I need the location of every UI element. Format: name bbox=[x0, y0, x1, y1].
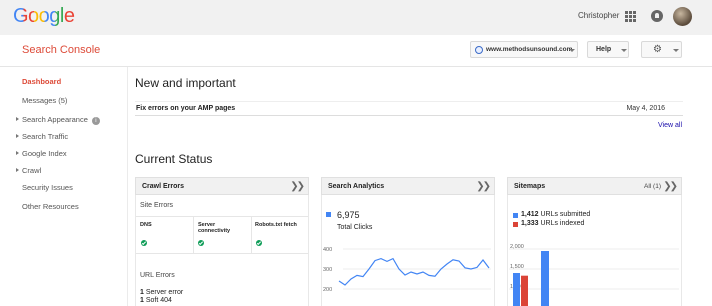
error-count: 1 bbox=[140, 289, 144, 296]
sidebar-item-label: Search Appearance bbox=[22, 115, 88, 124]
message-title: Fix errors on your AMP pages bbox=[136, 105, 236, 112]
check-icon bbox=[141, 240, 147, 246]
double-chevron-right-icon[interactable]: ❯❯ bbox=[476, 181, 491, 192]
legend-swatch bbox=[326, 212, 331, 217]
expand-arrow-icon[interactable] bbox=[16, 151, 19, 155]
user-name[interactable]: Christopher bbox=[578, 11, 619, 20]
search-analytics-chart: 400 300 200 bbox=[323, 247, 491, 293]
view-all-link[interactable]: View all bbox=[658, 122, 682, 129]
help-button[interactable]: Help bbox=[587, 41, 629, 58]
error-label: Server error bbox=[145, 289, 184, 296]
sidebar-item-search-appearance[interactable]: Search Appearance i bbox=[22, 115, 100, 125]
gear-icon: ⚙ bbox=[653, 44, 662, 55]
section-title-current-status: Current Status bbox=[135, 152, 213, 166]
error-label: Soft 404 bbox=[145, 297, 172, 304]
card-title: Crawl Errors bbox=[142, 183, 185, 190]
property-selector[interactable]: www.methodsunsound.com bbox=[470, 41, 578, 58]
legend-swatch-submitted bbox=[513, 213, 518, 218]
legend-swatch-indexed bbox=[513, 222, 518, 227]
chevron-down-icon bbox=[569, 49, 575, 52]
sidebar-item-crawl[interactable]: Crawl bbox=[22, 166, 41, 175]
message-row[interactable]: Fix errors on your AMP pages May 4, 2016 bbox=[135, 101, 683, 116]
divider bbox=[251, 216, 252, 254]
search-analytics-header[interactable]: Search Analytics ❯❯ bbox=[321, 177, 495, 195]
sidebar-item-google-index[interactable]: Google Index bbox=[22, 149, 67, 158]
notifications-icon[interactable] bbox=[651, 10, 663, 22]
column-server-connectivity: Server connectivity bbox=[198, 222, 231, 234]
console-header: Search Console www.methodsunsound.com He… bbox=[0, 35, 712, 67]
google-logo[interactable]: Google bbox=[13, 5, 75, 28]
error-count: 1 bbox=[140, 297, 144, 304]
card-title: Sitemaps bbox=[514, 183, 546, 190]
divider bbox=[193, 216, 194, 254]
avatar[interactable] bbox=[673, 7, 692, 26]
legend-indexed: 1,333 URLs indexed bbox=[521, 220, 584, 227]
property-selector-label: www.methodsunsound.com bbox=[486, 46, 573, 53]
message-date: May 4, 2016 bbox=[626, 105, 665, 112]
info-icon[interactable]: i bbox=[91, 117, 100, 125]
y-tick-label: 400 bbox=[323, 247, 332, 253]
card-title: Search Analytics bbox=[328, 183, 385, 190]
chevron-down-icon bbox=[673, 49, 679, 52]
y-tick-label: 2,000 bbox=[510, 244, 524, 250]
bar-indexed bbox=[521, 275, 528, 306]
expand-arrow-icon[interactable] bbox=[16, 134, 19, 138]
help-button-label: Help bbox=[596, 46, 612, 53]
indexed-label: URLs indexed bbox=[540, 220, 585, 227]
check-icon bbox=[256, 240, 262, 246]
sidebar-item-dashboard[interactable]: Dashboard bbox=[22, 77, 61, 86]
sidebar-item-search-traffic[interactable]: Search Traffic bbox=[22, 132, 68, 141]
globe-icon bbox=[475, 46, 483, 54]
sidebar-item-security-issues[interactable]: Security Issues bbox=[22, 183, 73, 192]
sidebar-item-other-resources[interactable]: Other Resources bbox=[22, 202, 79, 211]
site-errors-label: Site Errors bbox=[140, 202, 174, 209]
expand-arrow-icon[interactable] bbox=[16, 168, 19, 172]
settings-button[interactable]: ⚙ bbox=[641, 41, 682, 58]
legend-submitted: 1,412 URLs submitted bbox=[521, 211, 590, 218]
total-clicks-label: Total Clicks bbox=[337, 224, 373, 231]
clicks-series-line bbox=[338, 257, 490, 286]
bar-submitted bbox=[541, 251, 549, 306]
sitemaps-chart: 2,0001,5001,000 bbox=[509, 244, 679, 306]
crawl-errors-header[interactable]: Crawl Errors ❯❯ bbox=[135, 177, 309, 195]
total-clicks-value: 6,975 bbox=[337, 210, 360, 220]
sidebar-item-messages[interactable]: Messages (5) bbox=[22, 96, 67, 105]
expand-arrow-icon[interactable] bbox=[16, 117, 19, 121]
y-tick-label: 200 bbox=[323, 287, 332, 293]
top-bar: Google Christopher bbox=[0, 0, 712, 35]
check-icon bbox=[198, 240, 204, 246]
column-dns: DNS bbox=[140, 222, 152, 228]
url-error-row[interactable]: 1 Soft 404 bbox=[140, 297, 172, 304]
y-tick-label: 300 bbox=[323, 267, 332, 273]
chevron-down-icon bbox=[621, 49, 627, 52]
double-chevron-right-icon[interactable]: ❯❯ bbox=[663, 181, 678, 192]
section-title-new-and-important: New and important bbox=[135, 76, 236, 90]
sitemaps-header[interactable]: Sitemaps All (1) ❯❯ bbox=[507, 177, 682, 195]
y-tick-label: 1,500 bbox=[510, 264, 524, 270]
submitted-label: URLs submitted bbox=[540, 211, 591, 218]
bar-submitted bbox=[513, 273, 520, 306]
sitemaps-filter[interactable]: All (1) bbox=[644, 183, 661, 190]
product-title[interactable]: Search Console bbox=[22, 44, 100, 56]
indexed-value: 1,333 bbox=[521, 220, 539, 227]
column-robots-fetch: Robots.txt fetch bbox=[255, 222, 297, 228]
submitted-value: 1,412 bbox=[521, 211, 539, 218]
url-errors-label: URL Errors bbox=[140, 272, 175, 279]
url-error-row[interactable]: 1 Server error bbox=[140, 289, 183, 296]
google-logo-text: Google bbox=[13, 5, 75, 27]
double-chevron-right-icon[interactable]: ❯❯ bbox=[290, 181, 305, 192]
apps-grid-icon[interactable] bbox=[625, 11, 636, 22]
